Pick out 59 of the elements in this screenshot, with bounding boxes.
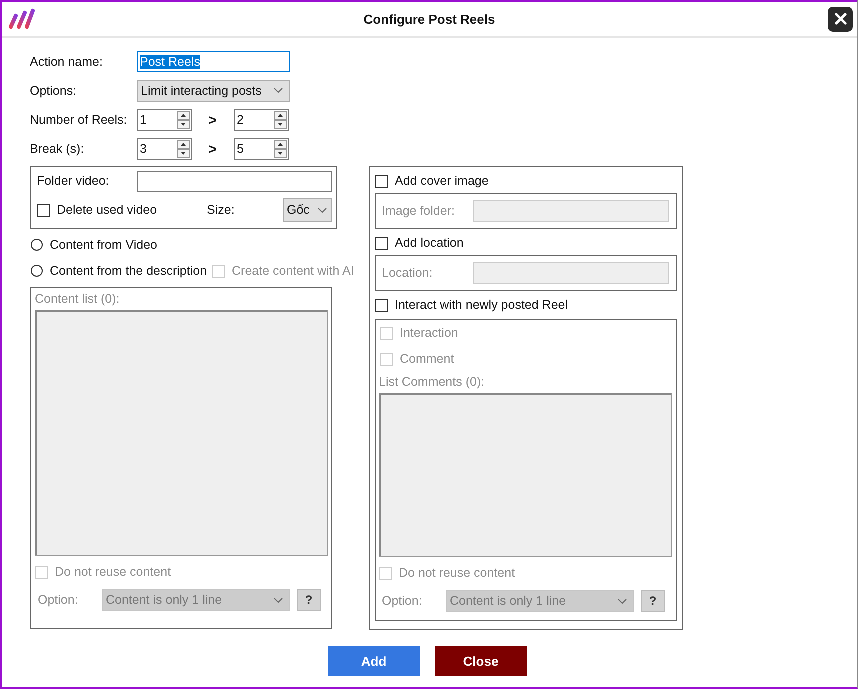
number-field[interactable]: 3 [137,138,192,160]
caret-icon [274,88,283,93]
options-dropdown[interactable]: Limit interacting posts [137,80,290,102]
range-separator: > [208,140,218,156]
number-field[interactable]: 1 [137,108,192,130]
number-field[interactable]: 2 [234,108,289,130]
number-field[interactable]: 5 [234,138,289,160]
list-field[interactable] [35,310,328,556]
spin-arrows-icon [177,140,190,158]
help-button[interactable]: ? [297,589,321,611]
field-label: Image folder: [382,204,455,218]
checkbox-label: Add cover image [395,174,489,188]
checkbox-label: Comment [400,352,454,366]
checkbox-label: Delete used video [57,203,158,217]
logo-icon [8,8,36,30]
spin-arrows-icon [274,110,287,128]
checkbox-label: Interact with newly posted Reel [395,298,568,312]
spin-arrows-icon [177,110,190,128]
radio-label: Content from the description [50,264,208,278]
size-dropdown[interactable]: Gốc [283,198,332,222]
field-label: Options: [30,84,78,98]
window-title: Configure Post Reels [364,12,496,26]
radio-button[interactable] [31,239,43,251]
close-button[interactable]: Close [435,646,527,676]
field-label: Break (s): [30,142,86,156]
list-label: Content list (0): [35,292,121,308]
text-field[interactable] [473,200,669,222]
caret-icon [274,598,283,602]
checkbox-label: Interaction [400,326,458,340]
field-label: Location: [382,266,433,280]
text-field[interactable]: Post Reels [137,51,290,72]
checkbox-label: Do not reuse content [399,566,516,580]
list-field[interactable] [379,393,672,557]
field-label: Number of Reels: [30,112,128,126]
field-label: Option: [37,593,80,607]
close-icon [834,13,846,25]
checkbox[interactable] [375,236,388,250]
checkbox[interactable] [375,174,388,188]
caret-icon [318,208,327,212]
field-label: Option: [381,594,424,608]
list-label: List Comments (0): [379,375,486,391]
checkbox[interactable] [375,298,388,312]
checkbox-label: Do not reuse content [55,565,172,579]
checkbox[interactable] [37,204,50,216]
range-separator: > [208,112,218,128]
text-field[interactable] [473,262,669,284]
text-field[interactable] [137,170,332,192]
close-button[interactable] [828,6,853,32]
field-label: Action name: [30,54,104,68]
help-button[interactable]: ? [641,590,665,612]
checkbox-label: Create content with AI [232,264,354,278]
caret-icon [618,598,627,604]
field-label: Folder video: [37,174,110,188]
field-label: Size: [207,203,236,217]
radio-label: Content from Video [50,238,158,252]
checkbox-label: Add location [395,236,464,250]
spin-arrows-icon [274,140,287,158]
radio-button[interactable] [31,265,43,277]
add-button[interactable]: Add [328,646,420,676]
